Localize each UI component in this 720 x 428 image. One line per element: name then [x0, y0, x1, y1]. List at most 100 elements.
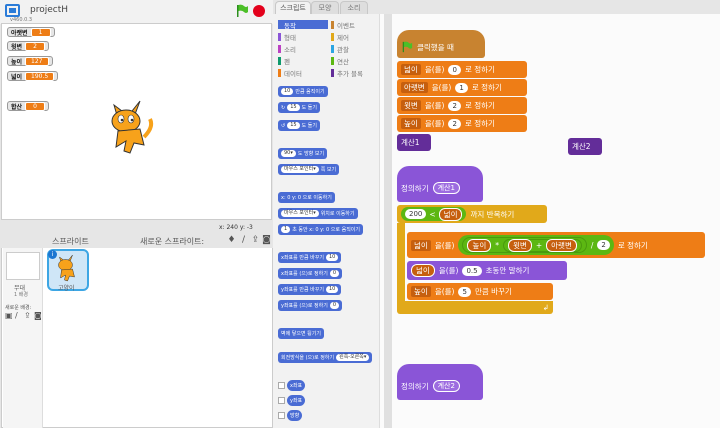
value-input[interactable]: 0.5: [462, 265, 482, 276]
upload-icon[interactable]: ⇪: [250, 235, 261, 245]
backdrop-upload-icon[interactable]: ⇪: [24, 312, 33, 320]
bounce-block[interactable]: 벽에 닿으면 튕기기: [278, 328, 324, 339]
category-looks[interactable]: 형태: [278, 32, 328, 42]
when-flag-clicked-block[interactable]: 클릭했을 때: [397, 30, 485, 58]
turn-right-block[interactable]: ↻ 15 도 돌기: [278, 102, 320, 113]
category-sensing[interactable]: 관찰: [331, 44, 379, 54]
go-to-block[interactable]: 마우스 포인터▾ 위치로 이동하기: [278, 208, 358, 219]
variable-dropdown[interactable]: 넓이: [411, 239, 431, 251]
value-input[interactable]: 2: [597, 240, 610, 250]
glide-block[interactable]: 1초 동안 x: 0 y: 0 으로 움직이기: [278, 224, 363, 235]
block-input[interactable]: 0: [329, 302, 340, 309]
tab-scripts[interactable]: 스크립트: [275, 1, 311, 14]
point-direction-block[interactable]: 90▾ 도 방향 보기: [278, 148, 328, 159]
less-than-operator[interactable]: 200 < 넓이: [401, 207, 467, 221]
go-to-xy-block[interactable]: x: 0 y: 0 으로 이동하기: [278, 192, 335, 203]
x-position-reporter[interactable]: x좌표: [287, 380, 306, 391]
set-variable-block[interactable]: 아랫변 을(를) 1 로 정하기: [397, 79, 527, 96]
rotation-style-block[interactable]: 회전방식을 (으)로 정하기 왼쪽-오른쪽▾: [278, 352, 373, 363]
block-input[interactable]: 1: [281, 226, 291, 233]
checkbox-x[interactable]: [278, 382, 285, 389]
variable-reporter[interactable]: 넓이: [411, 264, 435, 277]
change-x-block[interactable]: x좌표를 만큼 바꾸기 10: [278, 252, 342, 263]
block-input[interactable]: 마우스 포인터▾: [281, 210, 319, 217]
backdrop-brush-icon[interactable]: /: [15, 312, 24, 320]
block-input[interactable]: 0: [329, 270, 340, 277]
block-input[interactable]: 10: [325, 254, 339, 261]
category-motion[interactable]: 동작: [278, 20, 328, 30]
change-y-block[interactable]: y좌표를 만큼 바꾸기 10: [278, 284, 342, 295]
category-events[interactable]: 이벤트: [331, 20, 379, 30]
value-input[interactable]: 1: [455, 82, 468, 93]
value-input[interactable]: 200: [405, 209, 427, 219]
set-variable-block[interactable]: 높이 을(를) 2 로 정하기: [397, 115, 527, 132]
block-input[interactable]: 15: [287, 122, 300, 129]
category-sound[interactable]: 소리: [278, 44, 328, 54]
category-more-blocks[interactable]: 추가 블록: [331, 68, 379, 78]
variable-dropdown[interactable]: 높이: [401, 118, 421, 129]
set-area-formula-block[interactable]: 넓이 을(를) 높이 * 윗변 + 아랫변/2 로 정하기: [407, 232, 705, 258]
stage-thumbnail[interactable]: [6, 252, 40, 280]
block-input[interactable]: 왼쪽-오른쪽▾: [336, 354, 370, 361]
checkbox-direction[interactable]: [278, 412, 285, 419]
monitor-2[interactable]: 윗변 2: [7, 41, 50, 51]
change-variable-block[interactable]: 높이 을(를) 5 만큼 바꾸기: [407, 283, 553, 300]
divide-operator[interactable]: 높이 * 윗변 + 아랫변/2: [458, 235, 614, 255]
category-data[interactable]: 데이터: [278, 68, 328, 78]
block-input[interactable]: 10: [281, 88, 294, 95]
value-input[interactable]: 5: [458, 286, 471, 297]
define-calc1-block[interactable]: 정의하기 계산1: [397, 166, 483, 202]
tab-costumes[interactable]: 모양: [311, 1, 339, 14]
camera-icon[interactable]: ◙: [261, 235, 272, 245]
tab-sounds[interactable]: 소리: [340, 1, 368, 14]
backdrop-camera-icon[interactable]: ◙: [34, 312, 43, 320]
vertical-scrollbar[interactable]: [384, 14, 392, 428]
variable-reporter[interactable]: 윗변: [508, 238, 532, 252]
variable-dropdown[interactable]: 윗변: [401, 100, 421, 111]
backdrop-paint-icon[interactable]: ▣: [5, 312, 14, 320]
call-calc2-block[interactable]: 계산2: [568, 138, 602, 155]
value-input[interactable]: 0: [448, 64, 461, 75]
variable-dropdown[interactable]: 넓이: [401, 64, 421, 75]
paint-sprite-icon[interactable]: ♦: [226, 235, 237, 245]
category-pen[interactable]: 펜: [278, 56, 328, 66]
variable-reporter[interactable]: 넓이: [438, 207, 463, 221]
repeat-until-block[interactable]: 200 < 넓이 까지 반복하기: [397, 205, 547, 223]
set-variable-block[interactable]: 윗변 을(를) 2 로 정하기: [397, 97, 527, 114]
variable-dropdown[interactable]: 아랫변: [401, 82, 428, 93]
block-input[interactable]: 10: [325, 286, 339, 293]
set-y-block[interactable]: y좌표를 (으)로 정하기 0: [278, 300, 343, 311]
monitor-5[interactable]: 합산 0: [7, 101, 50, 111]
fullscreen-icon[interactable]: [5, 4, 20, 17]
y-position-reporter[interactable]: y좌표: [287, 395, 306, 406]
turn-left-block[interactable]: ↺ 15 도 돌기: [278, 120, 320, 131]
monitor-1[interactable]: 아랫변 1: [7, 27, 55, 37]
set-variable-block[interactable]: 넓이 을(를) 0 로 정하기: [397, 61, 527, 78]
project-title[interactable]: projectH: [30, 5, 68, 15]
monitor-3[interactable]: 높이 127: [7, 56, 53, 66]
block-input[interactable]: 15: [287, 104, 300, 111]
stop-icon[interactable]: [253, 5, 265, 17]
variable-dropdown[interactable]: 높이: [411, 286, 431, 297]
variable-reporter[interactable]: 아랫변: [546, 238, 577, 252]
call-calc1-block[interactable]: 계산1: [397, 134, 431, 151]
multiply-operator[interactable]: 높이 * 윗변 + 아랫변: [462, 237, 587, 253]
set-x-block[interactable]: x좌표를 (으)로 정하기 0: [278, 268, 343, 279]
move-steps-block[interactable]: 10 만큼 움직이기: [278, 86, 328, 97]
block-input[interactable]: 마우스 포인터▾: [281, 166, 319, 173]
add-operator[interactable]: 윗변 + 아랫변: [503, 238, 582, 252]
point-towards-block[interactable]: 마우스 포인터▾ 쪽 보기: [278, 164, 340, 175]
block-input[interactable]: 90▾: [281, 150, 296, 157]
value-input[interactable]: 2: [448, 118, 461, 129]
direction-reporter[interactable]: 방향: [287, 410, 303, 421]
green-flag-icon[interactable]: [235, 4, 249, 18]
define-calc2-block[interactable]: 정의하기 계산2: [397, 364, 483, 400]
category-operators[interactable]: 연산: [331, 56, 379, 66]
variable-reporter[interactable]: 높이: [467, 238, 492, 252]
brush-icon[interactable]: /: [238, 235, 249, 245]
say-for-seconds-block[interactable]: 넓이 을(를) 0.5 초동안 말하기: [407, 261, 567, 280]
category-control[interactable]: 제어: [331, 32, 379, 42]
cat-sprite[interactable]: [104, 97, 158, 157]
checkbox-y[interactable]: [278, 397, 285, 404]
value-input[interactable]: 2: [448, 100, 461, 111]
